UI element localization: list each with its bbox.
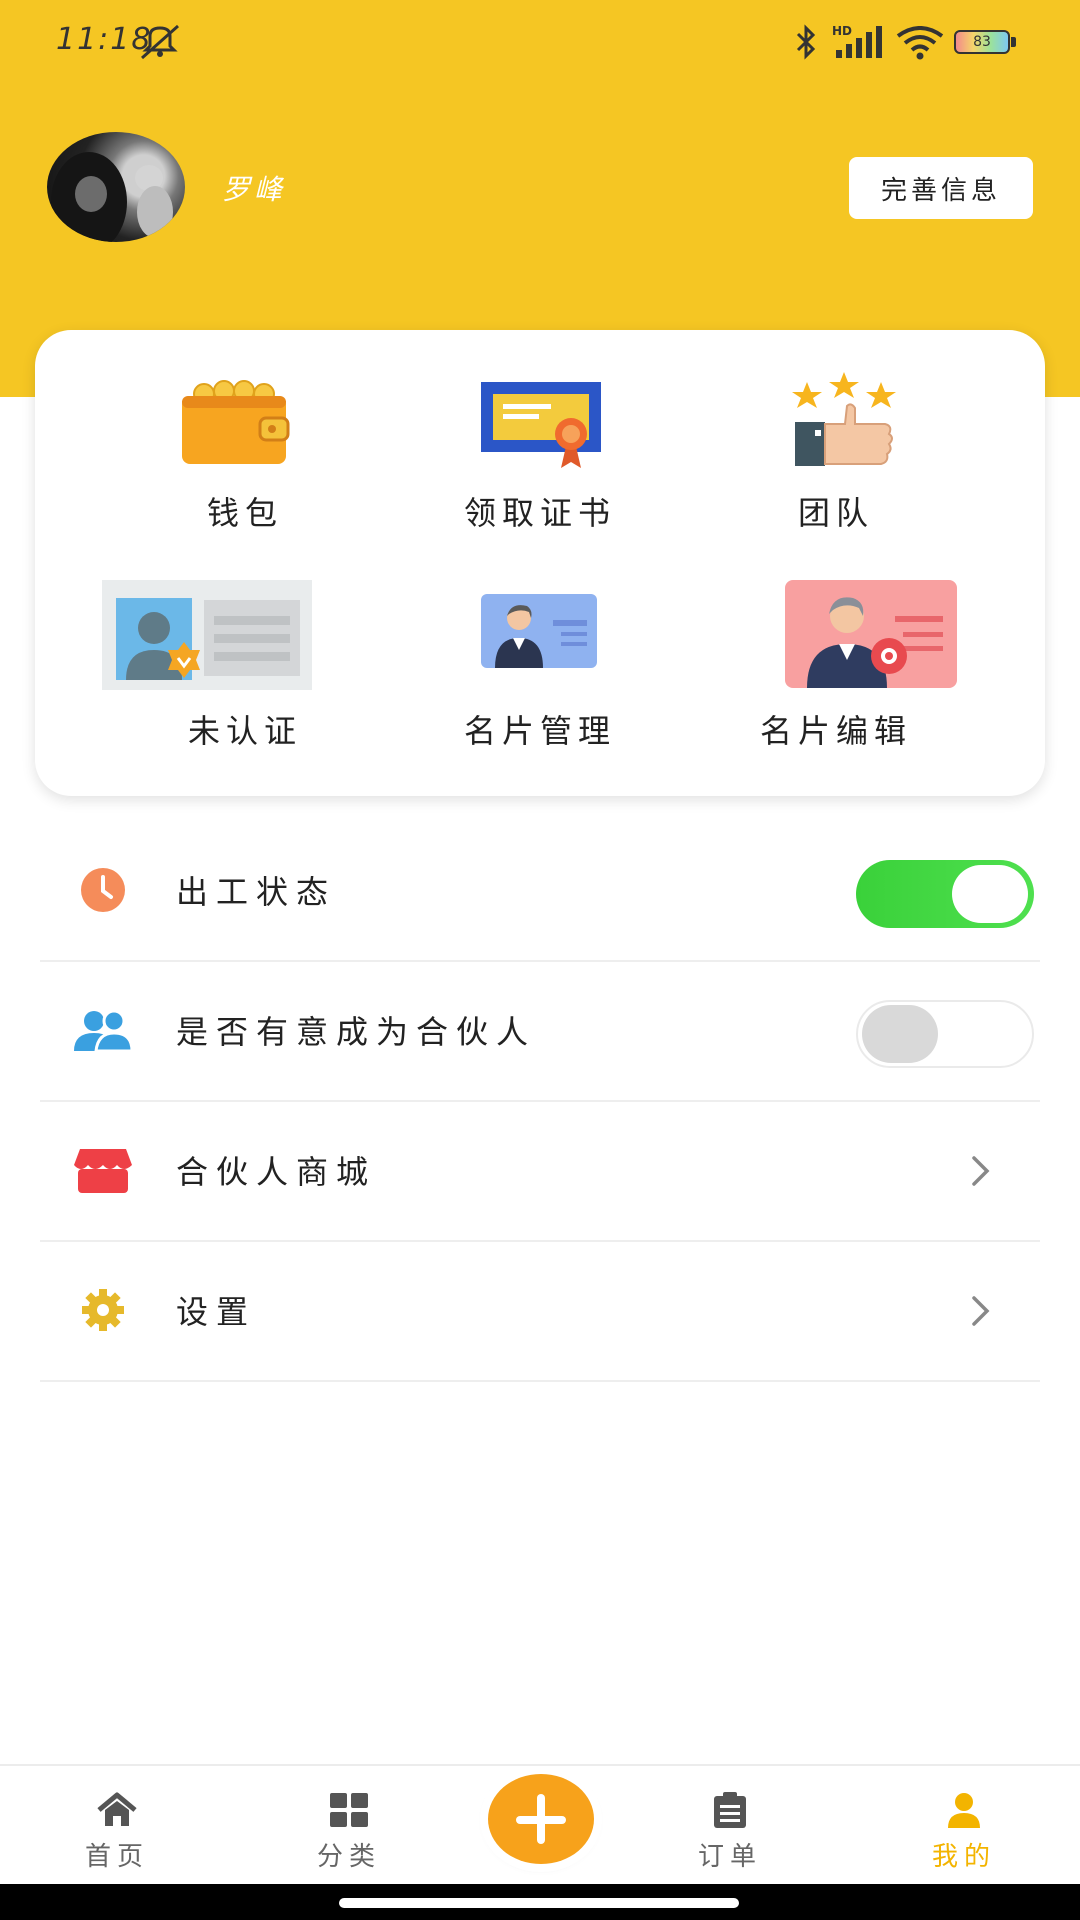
battery-icon: 83 <box>954 30 1016 54</box>
grid-label: 领取证书 <box>463 494 616 532</box>
mute-icon <box>141 24 179 60</box>
row-settings[interactable]: 设置 <box>40 1242 1040 1382</box>
home-indicator[interactable] <box>339 1898 739 1908</box>
grid-item-team[interactable]: 团队 <box>671 372 1001 578</box>
bluetooth-icon <box>796 24 816 60</box>
row-partner-store[interactable]: 合伙人商城 <box>40 1102 1040 1242</box>
clipboard-icon <box>714 1792 746 1828</box>
certificate-icon <box>481 382 601 468</box>
nav-label: 订单 <box>697 1842 762 1872</box>
nav-mine[interactable]: 我的 <box>894 1766 1034 1886</box>
user-icon <box>948 1793 980 1828</box>
nav-label: 我的 <box>931 1842 996 1872</box>
signal-icon: HD <box>832 24 882 58</box>
row-label: 设置 <box>176 1293 257 1331</box>
grid-item-card-management[interactable]: 名片管理 <box>375 580 705 780</box>
id-card-verify-icon <box>102 580 312 690</box>
gear-icon <box>82 1289 124 1331</box>
users-icon <box>74 1009 134 1053</box>
row-label: 合伙人商城 <box>176 1153 377 1191</box>
row-work-status: 出工状态 <box>40 822 1040 962</box>
grid-item-card-edit[interactable]: 名片编辑 <box>671 580 1001 780</box>
svg-text:HD: HD <box>832 24 852 38</box>
row-partner-intent: 是否有意成为合伙人 <box>40 962 1040 1102</box>
grid-item-unverified[interactable]: 未认证 <box>80 580 410 780</box>
grid-item-wallet[interactable]: 钱包 <box>80 378 410 578</box>
nav-home[interactable]: 首页 <box>47 1766 187 1886</box>
wallet-icon <box>182 380 290 464</box>
clock-icon <box>81 868 125 912</box>
partner-intent-toggle[interactable] <box>856 1000 1034 1068</box>
team-thumbs-up-icon <box>792 372 896 466</box>
store-icon <box>74 1149 132 1193</box>
business-card-edit-icon <box>785 580 957 688</box>
row-label: 是否有意成为合伙人 <box>176 1013 537 1051</box>
work-status-toggle[interactable] <box>856 860 1034 928</box>
business-card-icon <box>481 594 597 668</box>
chevron-right-icon <box>972 1296 990 1326</box>
grid-label: 未认证 <box>187 712 302 750</box>
add-button[interactable] <box>488 1774 594 1864</box>
status-bar: 11:18 HD 83 <box>0 0 1080 84</box>
home-icon <box>97 1792 137 1826</box>
grid-label: 团队 <box>797 494 874 532</box>
nav-category[interactable]: 分类 <box>279 1766 419 1886</box>
avatar[interactable] <box>47 132 185 242</box>
row-label: 出工状态 <box>176 873 337 911</box>
nav-label: 分类 <box>316 1842 381 1872</box>
chevron-right-icon <box>972 1156 990 1186</box>
user-name: 罗峰 <box>222 173 287 206</box>
battery-level: 83 <box>954 30 1010 54</box>
grid-label: 名片管理 <box>463 712 616 750</box>
nav-label: 首页 <box>84 1842 149 1872</box>
wifi-icon <box>896 26 944 60</box>
grid-label: 钱包 <box>206 494 283 532</box>
feature-grid-card: 钱包 领取证书 团队 未认证 名片管理 名片编辑 <box>35 330 1045 796</box>
nav-orders[interactable]: 订单 <box>660 1766 800 1886</box>
grid-icon <box>330 1793 368 1827</box>
grid-item-certificate[interactable]: 领取证书 <box>375 378 705 578</box>
grid-label: 名片编辑 <box>759 712 912 750</box>
complete-info-button[interactable]: 完善信息 <box>849 157 1033 219</box>
